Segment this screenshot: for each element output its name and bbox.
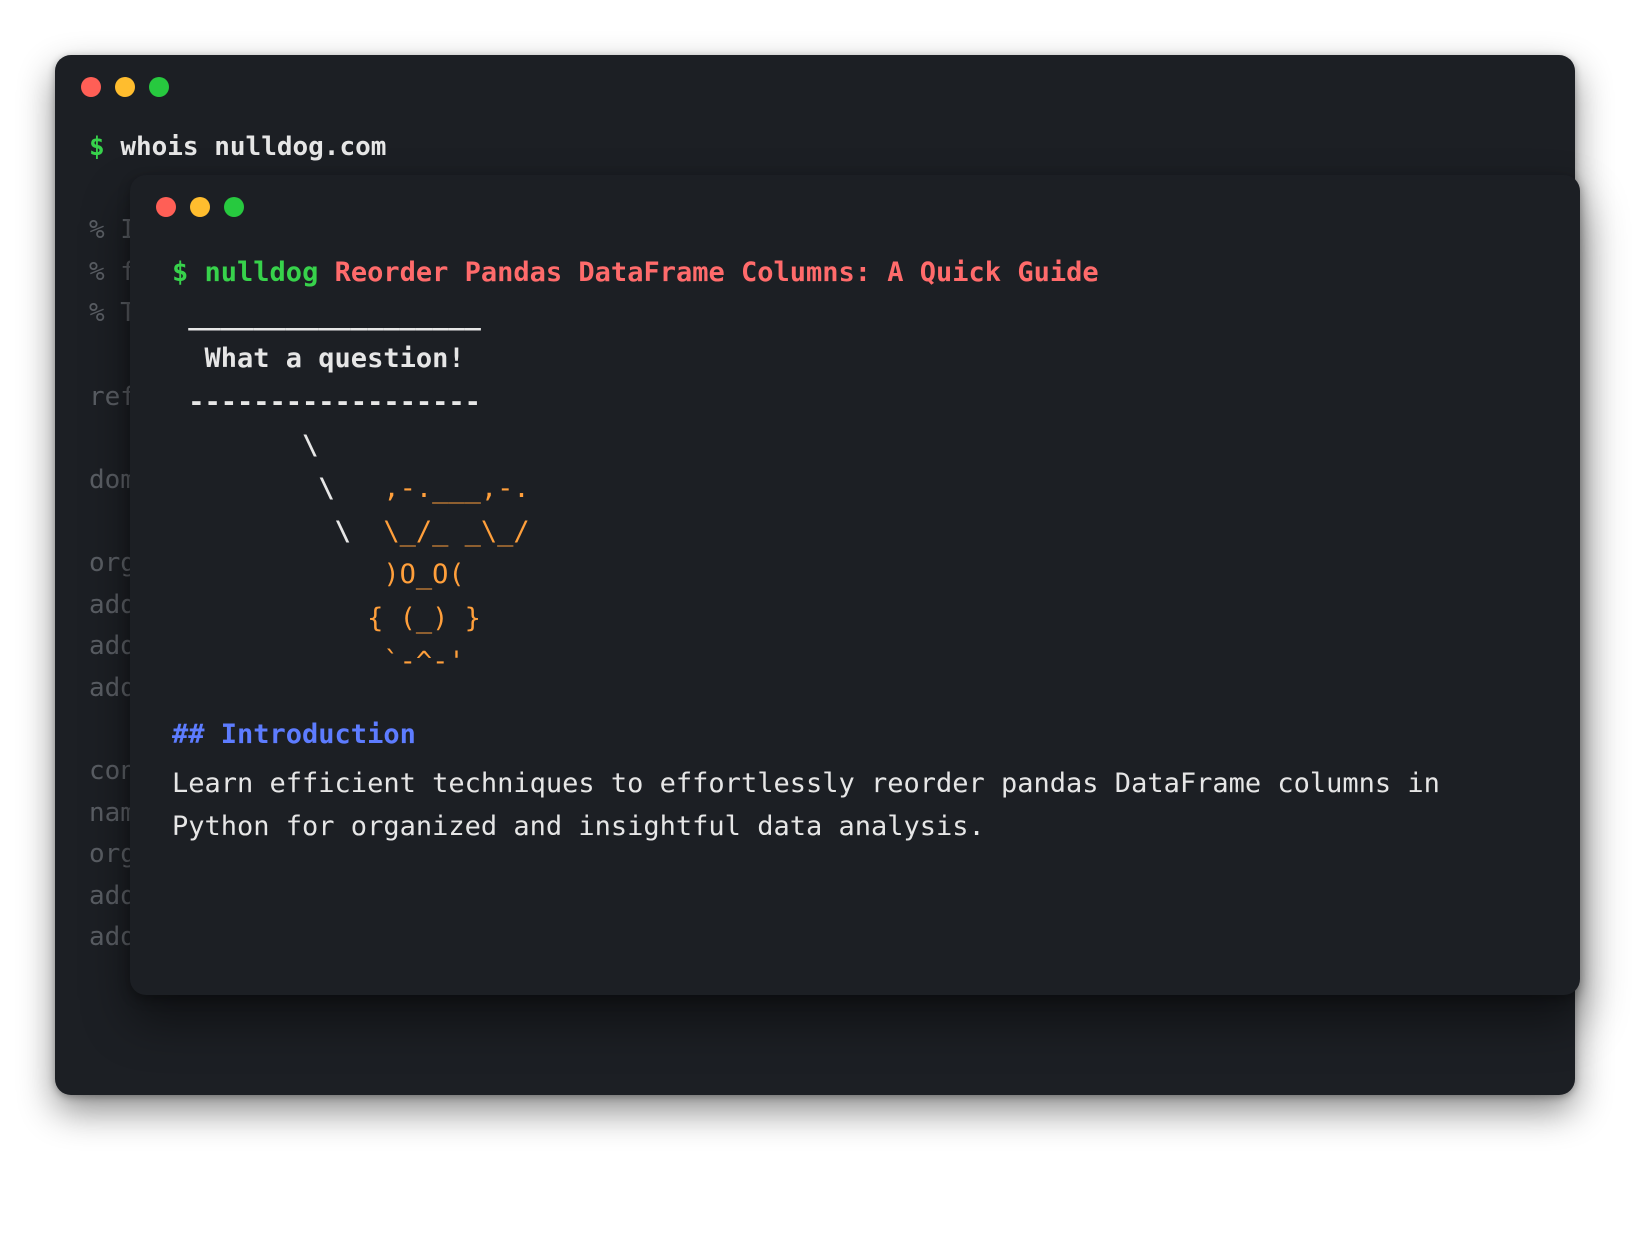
- zoom-icon[interactable]: [224, 197, 244, 217]
- back-command: whois nulldog.com: [120, 132, 386, 162]
- ascii-art: __________________ What a question! ----…: [172, 294, 1538, 683]
- terminal-front-body: $ nulldog Reorder Pandas DataFrame Colum…: [130, 227, 1580, 890]
- prompt-symbol: $: [89, 132, 105, 162]
- titlebar-front: [130, 175, 1580, 227]
- terminal-front: $ nulldog Reorder Pandas DataFrame Colum…: [130, 175, 1580, 995]
- titlebar-back: [55, 55, 1575, 107]
- zoom-icon[interactable]: [149, 77, 169, 97]
- section-heading: ## Introduction: [172, 713, 1538, 756]
- prompt-symbol: $: [172, 257, 188, 288]
- stage: $ whois nulldog.com % IANA WHOIS server …: [0, 0, 1632, 1255]
- back-command-line: $ whois nulldog.com: [89, 127, 1541, 169]
- front-title: Reorder Pandas DataFrame Columns: A Quic…: [335, 257, 1099, 288]
- minimize-icon[interactable]: [115, 77, 135, 97]
- close-icon[interactable]: [156, 197, 176, 217]
- intro-paragraph: Learn efficient techniques to effortless…: [172, 762, 1492, 848]
- front-command: nulldog: [205, 257, 319, 288]
- front-command-line: $ nulldog Reorder Pandas DataFrame Colum…: [172, 251, 1538, 294]
- close-icon[interactable]: [81, 77, 101, 97]
- minimize-icon[interactable]: [190, 197, 210, 217]
